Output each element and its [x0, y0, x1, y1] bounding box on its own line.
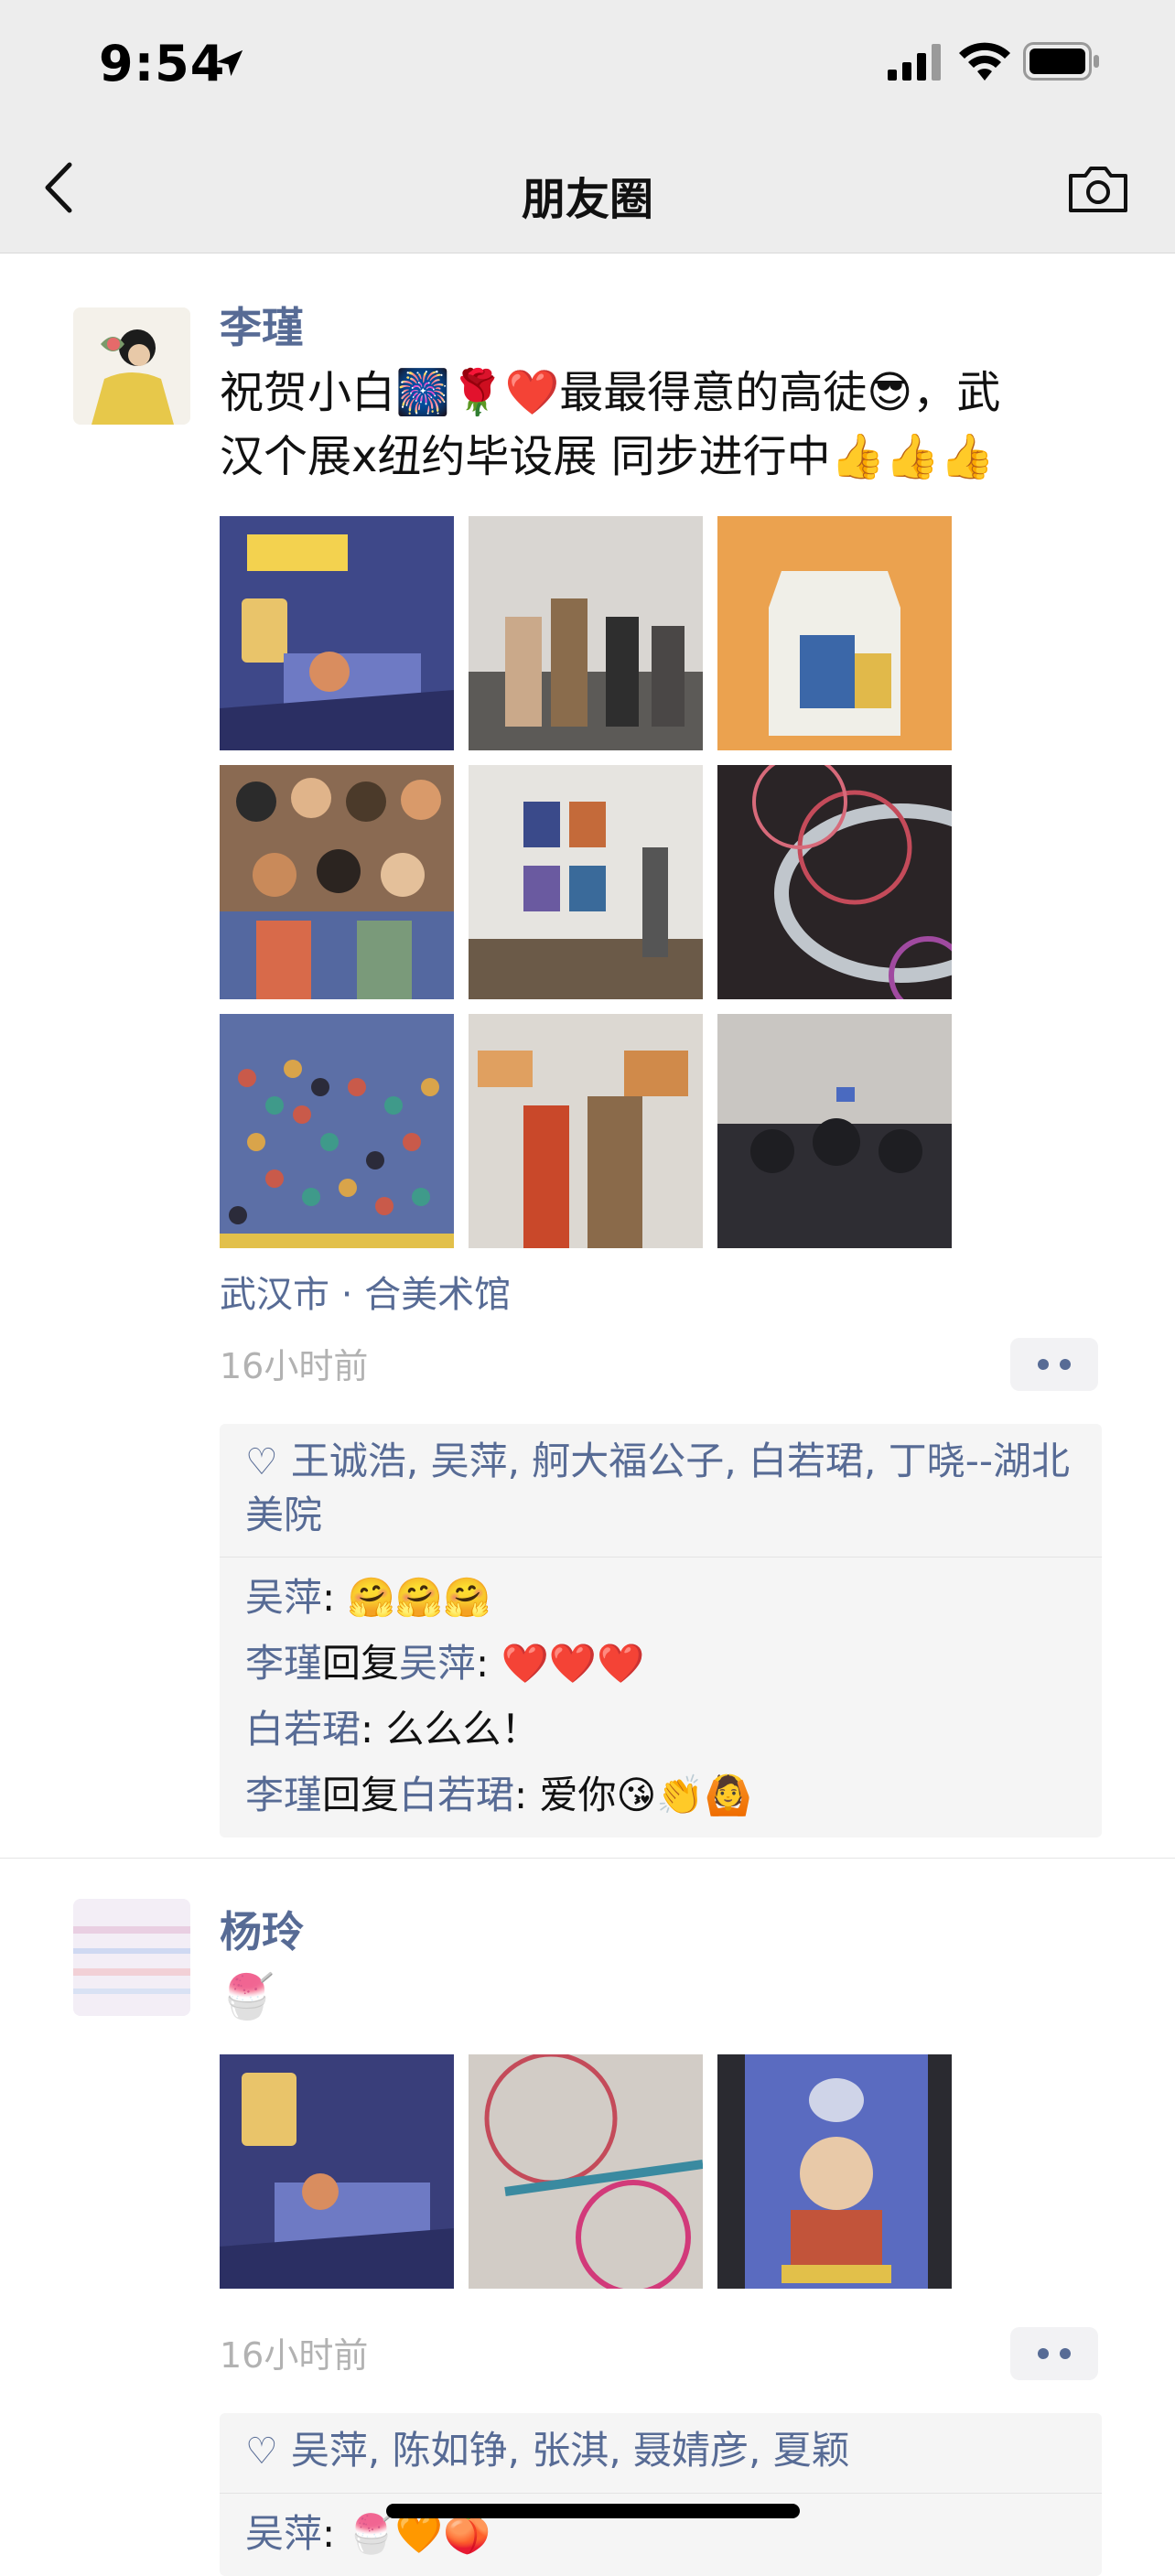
comment[interactable]: 白若珺: 么么么！: [220, 1697, 1102, 1762]
comment-author[interactable]: 白若珺: [245, 1707, 361, 1751]
comment-text: : ❤️❤️❤️: [476, 1641, 645, 1686]
page-title: 朋友圈: [521, 174, 653, 225]
post-divider: [0, 1858, 1175, 1859]
post-timestamp: 16小时前: [220, 2335, 369, 2376]
camera-icon[interactable]: [1067, 161, 1129, 216]
avatar-pattern-icon: [73, 1899, 190, 2016]
avatar-illustration-icon: [73, 307, 190, 425]
comments-panel: ♡ 吴萍, 陈如铮, 张淇, 聂婧彦, 夏颖 吴萍: 🍧🧡🍑: [220, 2413, 1102, 2576]
comment[interactable]: 李瑾回复吴萍: ❤️❤️❤️: [220, 1631, 1102, 1697]
dot-icon: [1038, 2348, 1049, 2359]
post-author[interactable]: 杨玲: [220, 1899, 304, 1959]
comments-panel: ♡ 王诚浩, 吴萍, 舸大福公子, 白若珺, 丁晓--湖北美院 吴萍: 🤗🤗🤗 李…: [220, 1424, 1102, 1838]
liker[interactable]: 吴萍: [431, 1439, 508, 1483]
reply-label: 回复: [322, 1773, 400, 1817]
post-timestamp: 16小时前: [220, 1346, 369, 1386]
avatar[interactable]: [73, 1899, 190, 2016]
comment-author[interactable]: 吴萍: [245, 1575, 322, 1620]
more-actions-button[interactable]: [1010, 2327, 1098, 2380]
post-image[interactable]: [717, 765, 952, 999]
liker[interactable]: 吴萍: [291, 2428, 368, 2473]
more-actions-button[interactable]: [1010, 1338, 1098, 1391]
battery-icon: [1023, 42, 1099, 81]
comment-text: : 爱你😘👏🙆: [514, 1773, 752, 1817]
post-image[interactable]: [469, 516, 703, 750]
heart-icon: ♡: [245, 1441, 278, 1483]
comment[interactable]: 吴萍: 🤗🤗🤗: [220, 1565, 1102, 1631]
liker[interactable]: 张淇: [532, 2428, 609, 2473]
heart-icon: ♡: [245, 2430, 278, 2473]
liker[interactable]: 舸大福公子: [532, 1439, 724, 1483]
post-text: 祝贺小白🎆🌹❤️最最得意的高徒😎，武 汉个展x纽约毕设展 同步进行中👍👍👍: [220, 361, 1098, 489]
post-text-line: 汉个展x纽约毕设展 同步进行中👍👍👍: [220, 431, 995, 482]
liker[interactable]: 白若珺: [749, 1439, 864, 1483]
post-image[interactable]: [717, 2054, 952, 2289]
reply-target[interactable]: 吴萍: [399, 1641, 476, 1686]
comment-author[interactable]: 李瑾: [245, 1773, 322, 1817]
home-indicator[interactable]: [386, 2504, 800, 2518]
post-author[interactable]: 李瑾: [220, 295, 304, 355]
post-image[interactable]: [717, 516, 952, 750]
liker[interactable]: 聂婧彦: [633, 2428, 749, 2473]
comment-text: : 么么么！: [361, 1707, 540, 1751]
location-arrow-icon: [216, 49, 243, 77]
liker[interactable]: 陈如铮: [393, 2428, 508, 2473]
post-image[interactable]: [469, 1014, 703, 1248]
post-text: 🍧: [220, 1971, 275, 2022]
top-bar: 9:54 朋友圈: [0, 0, 1175, 253]
liker[interactable]: 王诚浩: [291, 1439, 406, 1483]
comment[interactable]: 李瑾回复白若珺: 爱你😘👏🙆: [220, 1762, 1102, 1828]
wifi-icon: [959, 42, 1010, 81]
comment-text: : 🤗🤗🤗: [322, 1575, 491, 1620]
avatar[interactable]: [73, 307, 190, 425]
post-image[interactable]: [220, 2054, 454, 2289]
comment-author[interactable]: 李瑾: [245, 1641, 322, 1686]
likes-list: ♡ 王诚浩, 吴萍, 舸大福公子, 白若珺, 丁晓--湖北美院: [220, 1424, 1102, 1557]
post-image[interactable]: [220, 1014, 454, 1248]
dot-icon: [1038, 1359, 1049, 1370]
dot-icon: [1060, 1359, 1071, 1370]
liker[interactable]: 夏颖: [773, 2428, 850, 2473]
reply-label: 回复: [322, 1641, 400, 1686]
post-image[interactable]: [220, 765, 454, 999]
post-image[interactable]: [220, 516, 454, 750]
status-time: 9:54: [99, 35, 226, 92]
post-image[interactable]: [469, 2054, 703, 2289]
reply-target[interactable]: 白若珺: [399, 1773, 514, 1817]
comment-author[interactable]: 吴萍: [245, 2511, 322, 2556]
post-image[interactable]: [717, 1014, 952, 1248]
post-location[interactable]: 武汉市 · 合美术馆: [220, 1265, 511, 1318]
post-image[interactable]: [469, 765, 703, 999]
dot-icon: [1060, 2348, 1071, 2359]
post-text-line: 祝贺小白🎆🌹❤️最最得意的高徒😎，武: [220, 367, 1001, 418]
likes-list: ♡ 吴萍, 陈如铮, 张淇, 聂婧彦, 夏颖: [220, 2413, 1102, 2494]
cellular-signal-icon: [888, 44, 941, 81]
